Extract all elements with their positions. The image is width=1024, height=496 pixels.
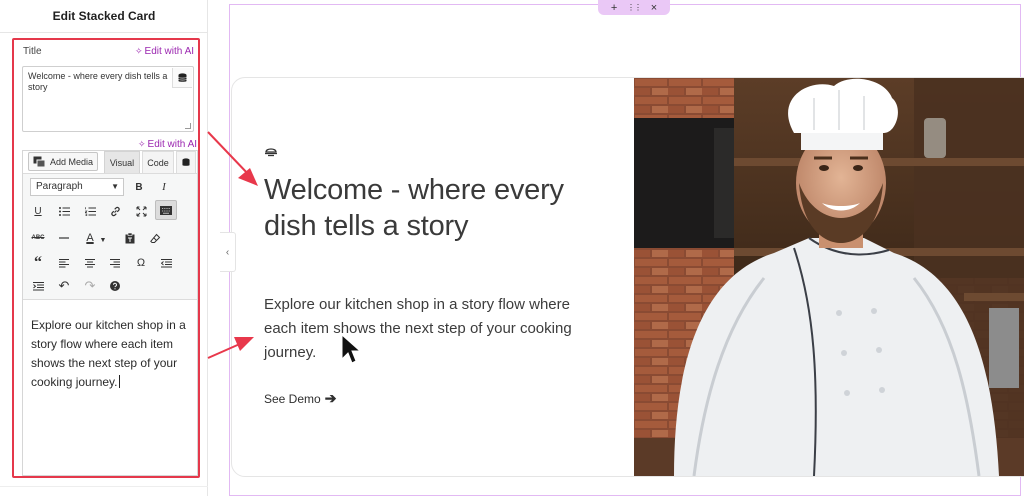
numbered-list-icon (84, 206, 96, 216)
underline-button[interactable]: U (27, 201, 49, 221)
align-right-button[interactable] (104, 253, 126, 273)
resize-grip-icon[interactable] (185, 123, 191, 129)
see-demo-link[interactable]: See Demo ➔ (264, 390, 336, 407)
database-icon (182, 158, 190, 166)
clipboard-icon (125, 232, 135, 243)
strikethrough-button[interactable]: ABC (27, 228, 49, 248)
see-demo-label: See Demo (264, 391, 321, 406)
outdent-icon (160, 258, 172, 267)
dynamic-tags-button[interactable] (172, 68, 192, 88)
panel-bottom-divider (0, 486, 208, 487)
title-textarea[interactable]: Welcome - where every dish tells a story (22, 66, 194, 132)
bold-button[interactable]: B (128, 177, 150, 197)
add-media-label: Add Media (50, 156, 94, 167)
keyboard-icon (160, 205, 172, 215)
outdent-button[interactable] (155, 253, 177, 273)
horizontal-line-icon (59, 237, 69, 239)
title-field-label: Title (23, 46, 42, 57)
tab-dynamic-tags[interactable] (176, 151, 196, 173)
help-button[interactable] (104, 276, 126, 296)
eraser-icon (149, 233, 160, 243)
fullscreen-icon (136, 206, 146, 216)
clear-formatting-button[interactable] (144, 228, 166, 248)
panel-title-divider (0, 32, 208, 33)
sparkle-icon: ✧ (138, 139, 146, 149)
database-icon (178, 72, 187, 82)
add-media-button[interactable]: Add Media (28, 152, 98, 171)
align-center-button[interactable] (79, 253, 101, 273)
card-heading: Welcome - where every dish tells a story (264, 174, 564, 242)
numbered-list-button[interactable] (79, 201, 101, 221)
tab-code[interactable]: Code (142, 151, 174, 173)
paste-text-button[interactable] (119, 228, 141, 248)
drag-section-icon[interactable]: ⋮⋮ (627, 3, 642, 12)
close-section-icon[interactable]: × (651, 2, 657, 14)
link-icon (110, 206, 120, 216)
chef-photo-illustration (634, 78, 1024, 476)
help-icon (110, 281, 120, 291)
arrow-right-icon: ➔ (324, 390, 337, 406)
add-section-icon[interactable]: + (611, 2, 617, 14)
fullscreen-button[interactable] (130, 201, 152, 221)
align-left-icon (59, 258, 69, 267)
description-editor-text[interactable]: Explore our kitchen shop in a story flow… (31, 318, 186, 389)
insert-link-button[interactable] (104, 201, 126, 221)
format-select[interactable]: Paragraph ▼ (30, 178, 124, 196)
chef-image (634, 78, 1024, 476)
text-color-caret-icon[interactable]: ▼ (97, 230, 109, 250)
title-textarea-value[interactable]: Welcome - where every dish tells a story (28, 71, 172, 93)
tab-visual[interactable]: Visual (104, 151, 140, 173)
collapse-panel-button[interactable]: ‹ (220, 232, 236, 272)
panel-title: Edit Stacked Card (52, 9, 156, 23)
chevron-left-icon: ‹ (225, 246, 230, 258)
undo-button[interactable]: ↶ (53, 276, 75, 296)
bulleted-list-icon (58, 206, 70, 216)
edit-with-ai-title-link[interactable]: ✧ Edit with AI (135, 46, 194, 57)
align-center-icon (85, 258, 95, 267)
format-select-value: Paragraph (36, 181, 83, 192)
add-media-icon (33, 156, 46, 167)
card-description: Explore our kitchen shop in a story flow… (264, 296, 572, 361)
edit-with-ai-description-link[interactable]: ✧ Edit with AI (138, 139, 197, 150)
bulleted-list-button[interactable] (53, 201, 75, 221)
redo-button[interactable]: ↷ (79, 276, 101, 296)
editor-panel: Edit Stacked Card Title ✧ Edit with AI We… (0, 0, 208, 496)
blockquote-button[interactable]: “ (27, 253, 49, 273)
toolbar-toggle-button[interactable] (155, 200, 177, 220)
description-editor-content[interactable]: Explore our kitchen shop in a story flow… (31, 316, 193, 392)
edit-with-ai-label: Edit with AI (144, 46, 195, 57)
align-left-button[interactable] (53, 253, 75, 273)
special-character-button[interactable]: Ω (130, 253, 152, 273)
indent-icon (32, 281, 44, 290)
indent-button[interactable] (27, 276, 49, 296)
section-handle: + ⋮⋮ × (598, 0, 670, 15)
edit-with-ai-label: Edit with AI (147, 139, 198, 150)
chef-dish-icon (265, 148, 277, 157)
text-caret (118, 375, 120, 388)
italic-button[interactable]: I (153, 177, 175, 197)
sparkle-icon: ✧ (135, 46, 143, 56)
align-right-icon (110, 258, 120, 267)
horizontal-line-button[interactable] (53, 228, 75, 248)
caret-down-icon: ▼ (111, 182, 119, 191)
